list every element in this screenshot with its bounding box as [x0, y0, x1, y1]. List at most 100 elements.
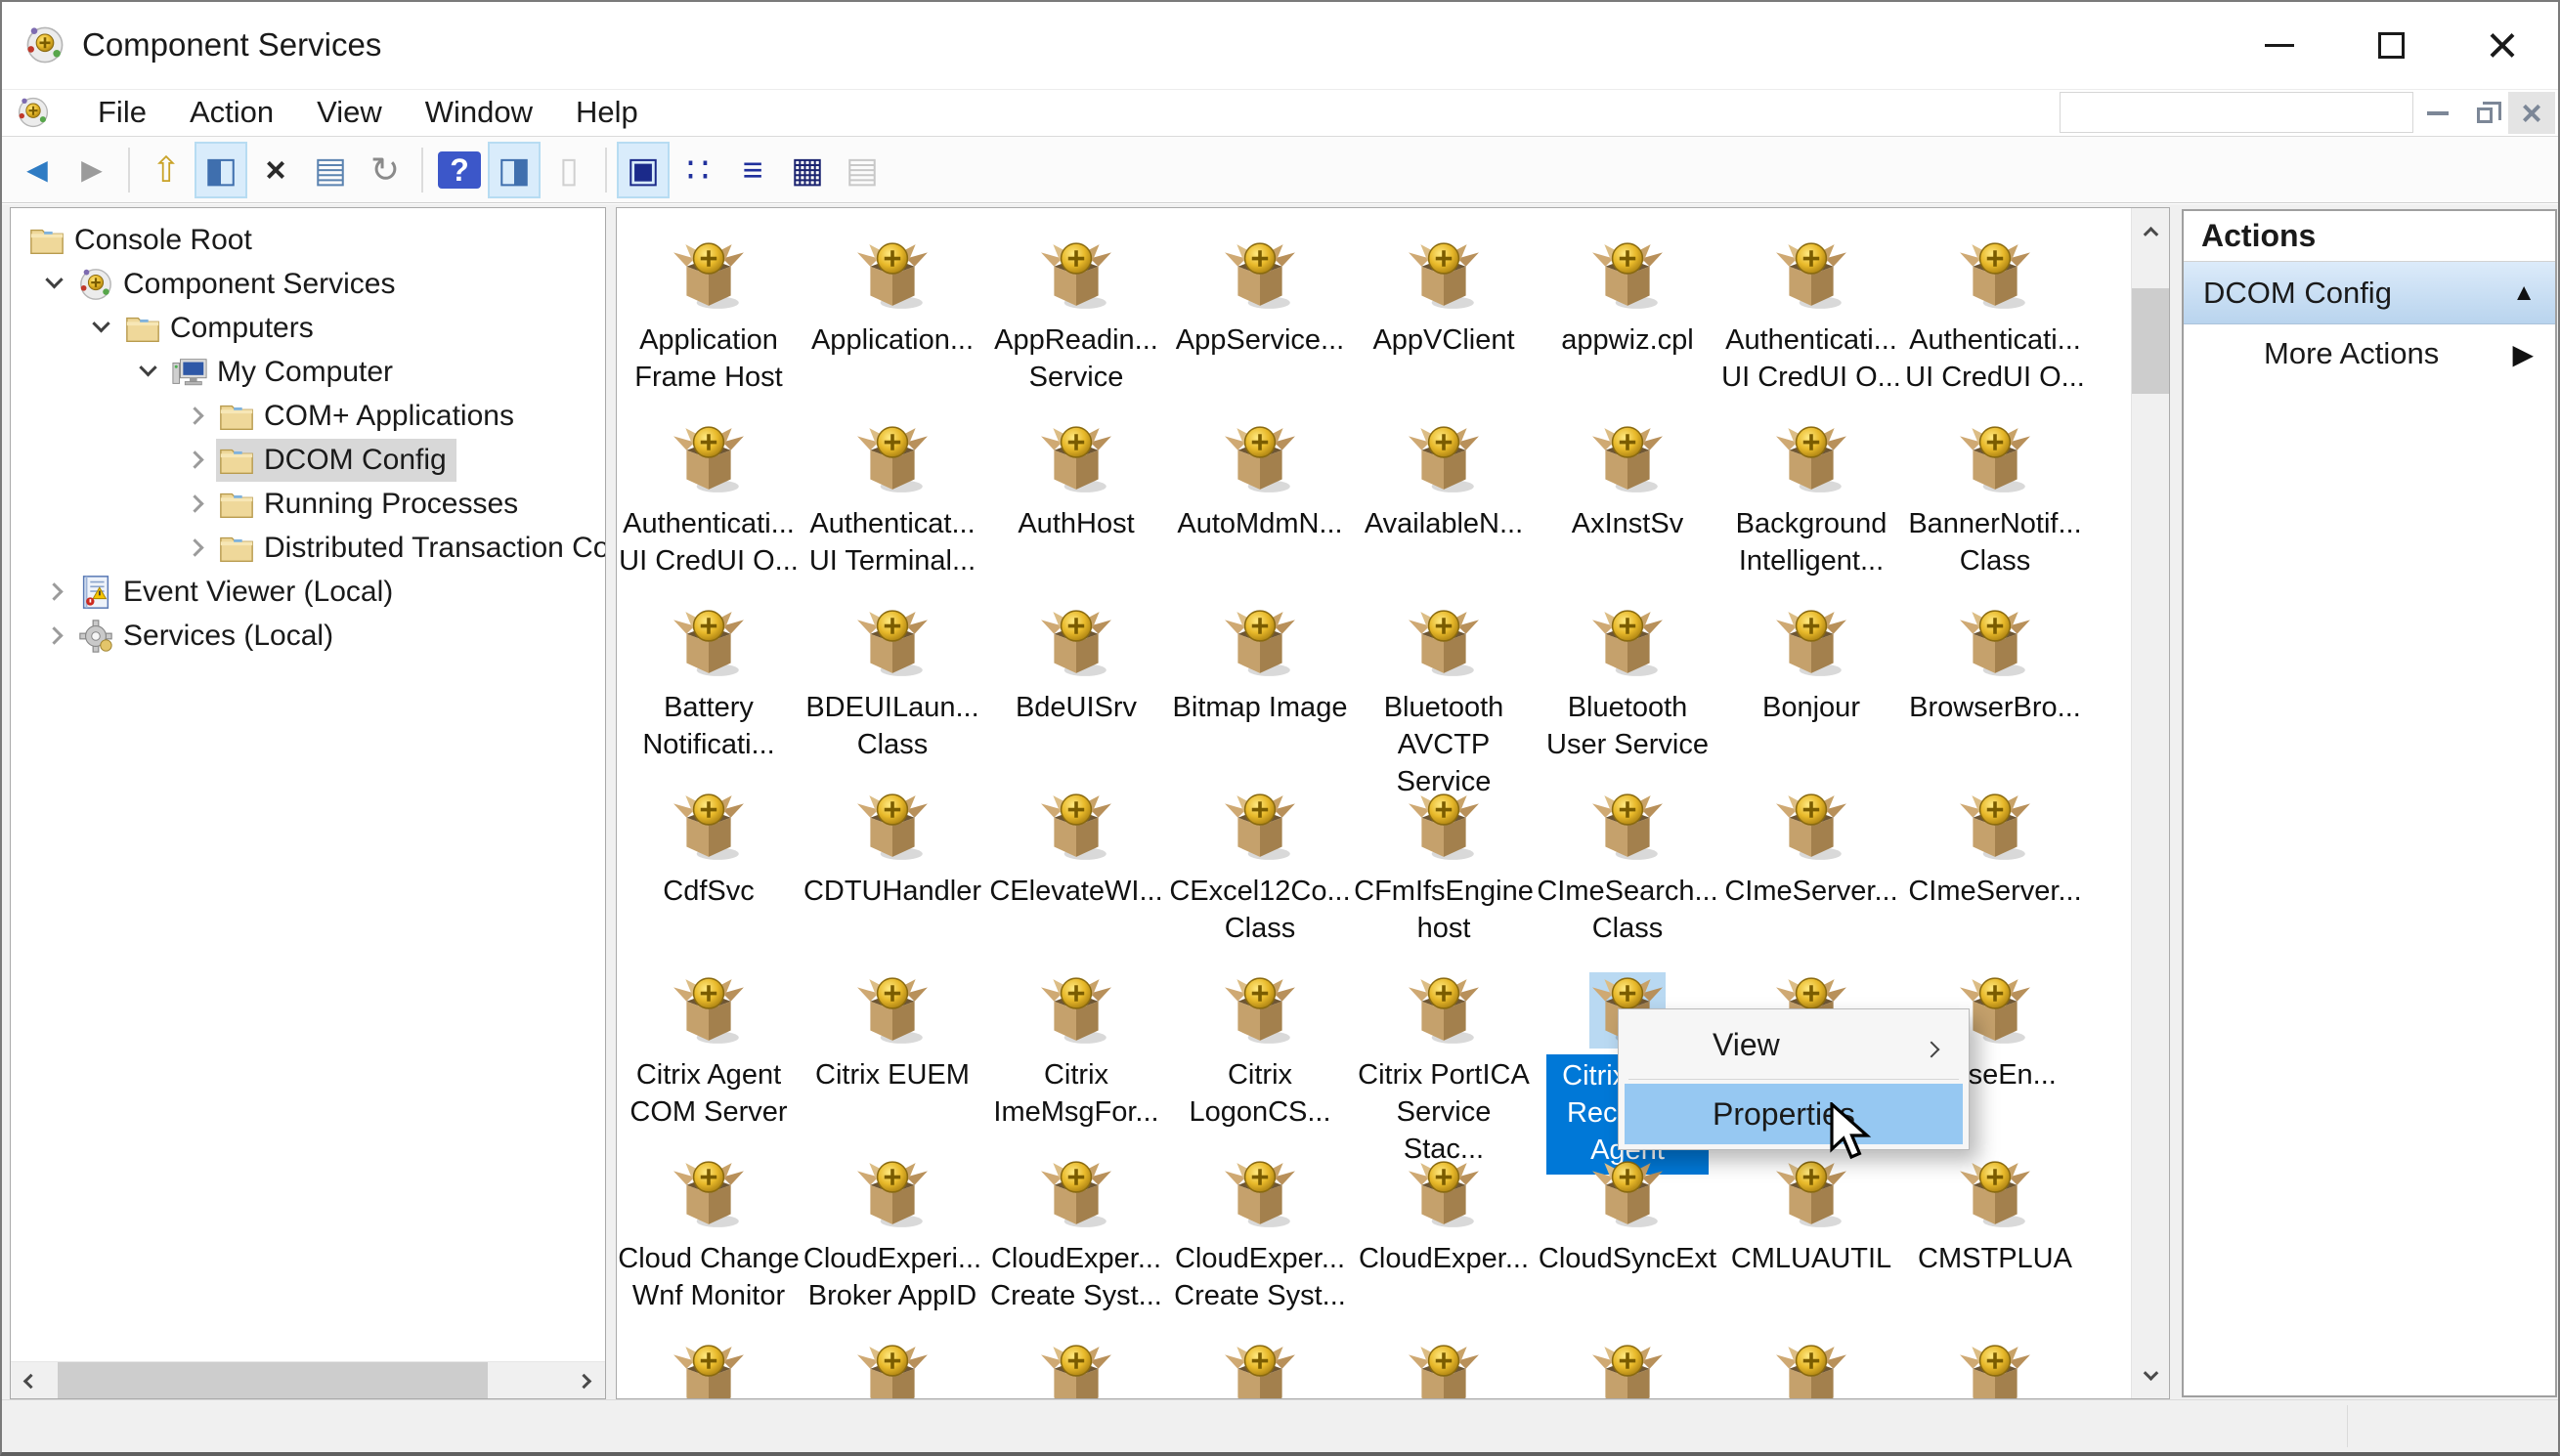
dcom-app-item[interactable]: CdfSvc — [617, 787, 801, 970]
minimize-button[interactable] — [2224, 2, 2335, 88]
tree-expander[interactable] — [32, 626, 75, 645]
dcom-app-item[interactable] — [1352, 1338, 1536, 1398]
dcom-app-item[interactable] — [1536, 1338, 1719, 1398]
up-level-button[interactable]: ⇧ — [140, 142, 193, 198]
dcom-app-item[interactable]: Authenticati... UI CredUI O... — [1719, 236, 1903, 419]
dcom-app-item[interactable]: BDEUILaun... Class — [801, 603, 984, 787]
tree-item[interactable]: Console Root — [11, 218, 605, 262]
dcom-app-item[interactable]: CloudExper... Create Syst... — [984, 1154, 1168, 1338]
tree-expander[interactable] — [173, 494, 216, 513]
tree-item[interactable]: Computers — [11, 306, 605, 350]
dcom-app-item[interactable] — [1903, 1338, 2087, 1398]
dcom-app-item[interactable]: AppService... — [1168, 236, 1352, 419]
dcom-app-item[interactable]: Citrix ImeMsgFor... — [984, 970, 1168, 1154]
context-menu-properties-item[interactable]: Properties — [1625, 1084, 1963, 1144]
vertical-scroll-thumb[interactable] — [2132, 288, 2169, 394]
close-button[interactable]: × — [2447, 2, 2558, 88]
tree-item[interactable]: Services (Local) — [11, 614, 605, 658]
export-list-button[interactable]: ▯ — [542, 142, 595, 198]
dcom-app-item[interactable]: appwiz.cpl — [1536, 236, 1719, 419]
dcom-app-item[interactable]: BannerNotif... Class — [1903, 419, 2087, 603]
help-button[interactable]: ? — [433, 142, 486, 198]
dcom-app-item[interactable]: Citrix EUEM — [801, 970, 984, 1154]
dcom-app-item[interactable]: AuthHost — [984, 419, 1168, 603]
horizontal-scroll-thumb[interactable] — [58, 1362, 488, 1398]
tree-item[interactable]: Component Services — [11, 262, 605, 306]
view-customize-button[interactable]: ▤ — [836, 142, 889, 198]
show-console-tree-button[interactable]: ◧ — [195, 141, 247, 198]
tree-expander[interactable] — [173, 538, 216, 557]
dcom-app-item[interactable]: Authenticat... UI Terminal... — [801, 419, 984, 603]
tree-item[interactable]: Running Processes — [11, 482, 605, 526]
dcom-app-item[interactable]: Application Frame Host — [617, 236, 801, 419]
menu-item[interactable]: Help — [554, 95, 660, 130]
dcom-app-item[interactable]: CloudExper... Create Syst... — [1168, 1154, 1352, 1338]
menu-item[interactable]: File — [76, 95, 168, 130]
dcom-app-item[interactable]: CDTUHandler — [801, 787, 984, 970]
tree-item[interactable]: Distributed Transaction Coo — [11, 526, 605, 570]
dcom-app-item[interactable]: Bluetooth User Service — [1536, 603, 1719, 787]
show-action-pane-button[interactable]: ◨ — [488, 141, 541, 198]
tree-item[interactable]: Event Viewer (Local) — [11, 570, 605, 614]
dcom-app-item[interactable]: AvailableN... — [1352, 419, 1536, 603]
refresh-button[interactable]: ↻ — [359, 142, 412, 198]
list-vertical-scrollbar[interactable] — [2131, 208, 2169, 1398]
more-actions-item[interactable]: More Actions ▶ — [2184, 324, 2555, 383]
dcom-app-item[interactable]: CFmIfsEngine host — [1352, 787, 1536, 970]
tree-expander[interactable] — [126, 359, 169, 378]
tree-item[interactable]: DCOM Config — [11, 438, 605, 482]
tree-expander[interactable] — [173, 450, 216, 469]
dcom-app-item[interactable] — [1719, 1338, 1903, 1398]
scroll-right-button[interactable] — [564, 1362, 603, 1398]
child-restore-button[interactable] — [2461, 92, 2508, 134]
dcom-app-item[interactable]: Citrix LogonCS... — [1168, 970, 1352, 1154]
forward-button[interactable]: ► — [65, 142, 118, 198]
delete-button[interactable]: × — [249, 142, 302, 198]
scroll-up-button[interactable] — [2132, 210, 2169, 249]
scroll-left-button[interactable] — [11, 1362, 50, 1398]
dcom-app-item[interactable]: CloudExperi... Broker AppID — [801, 1154, 984, 1338]
dcom-app-item[interactable] — [801, 1338, 984, 1398]
dcom-app-item[interactable]: CExcel12Co... Class — [1168, 787, 1352, 970]
dcom-app-item[interactable]: Authenticati... UI CredUI O... — [617, 419, 801, 603]
dcom-app-item[interactable]: CloudSyncExt — [1536, 1154, 1719, 1338]
dcom-app-item[interactable]: CMSTPLUA — [1903, 1154, 2087, 1338]
view-list-button[interactable]: ≡ — [726, 142, 779, 198]
dcom-app-item[interactable]: CElevateWI... — [984, 787, 1168, 970]
dcom-app-item[interactable]: Application... — [801, 236, 984, 419]
tree-expander[interactable] — [79, 315, 122, 334]
dcom-app-item[interactable]: Bluetooth AVCTP Service — [1352, 603, 1536, 797]
menu-item[interactable]: View — [295, 95, 404, 130]
dcom-app-item[interactable]: CMLUAUTIL — [1719, 1154, 1903, 1338]
tree-item[interactable]: My Computer — [11, 350, 605, 394]
dcom-app-item[interactable]: CImeServer... — [1719, 787, 1903, 970]
dcom-app-item[interactable]: Authenticati... UI CredUI O... — [1903, 236, 2087, 419]
view-details-button[interactable]: ▦ — [781, 142, 834, 198]
view-large-icons-button[interactable]: ▣ — [617, 141, 670, 198]
dcom-app-item[interactable]: BrowserBro... — [1903, 603, 2087, 787]
dcom-app-item[interactable]: CloudExper... — [1352, 1154, 1536, 1338]
collapse-arrow-icon[interactable]: ▲ — [2512, 279, 2536, 307]
menu-item[interactable]: Action — [168, 95, 295, 130]
dcom-app-item[interactable]: CImeServer... — [1903, 787, 2087, 970]
dcom-app-item[interactable]: Battery Notificati... — [617, 603, 801, 787]
dcom-app-item[interactable]: Cloud Change Wnf Monitor — [617, 1154, 801, 1338]
dcom-app-item[interactable]: CImeSearch... Class — [1536, 787, 1719, 970]
back-button[interactable]: ◄ — [11, 142, 64, 198]
view-small-icons-button[interactable]: ∷ — [672, 142, 724, 198]
dcom-app-item[interactable]: AppReadin... Service — [984, 236, 1168, 419]
dcom-app-item[interactable]: Citrix Agent COM Server — [617, 970, 801, 1154]
tree-expander[interactable] — [32, 582, 75, 601]
dcom-app-item[interactable] — [1168, 1338, 1352, 1398]
dcom-app-item[interactable]: Bitmap Image — [1168, 603, 1352, 787]
dcom-app-item[interactable]: AutoMdmN... — [1168, 419, 1352, 603]
dcom-app-item[interactable]: AppVClient — [1352, 236, 1536, 419]
menu-item[interactable]: Window — [404, 95, 554, 130]
dcom-app-item[interactable]: Background Intelligent... — [1719, 419, 1903, 603]
tree-horizontal-scrollbar[interactable] — [11, 1361, 605, 1398]
dcom-app-item[interactable] — [984, 1338, 1168, 1398]
dcom-app-item[interactable]: Citrix PortICA Service Stac... — [1352, 970, 1536, 1165]
dcom-app-item[interactable]: AxInstSv — [1536, 419, 1719, 603]
maximize-button[interactable] — [2335, 2, 2447, 88]
tree-expander[interactable] — [173, 407, 216, 425]
